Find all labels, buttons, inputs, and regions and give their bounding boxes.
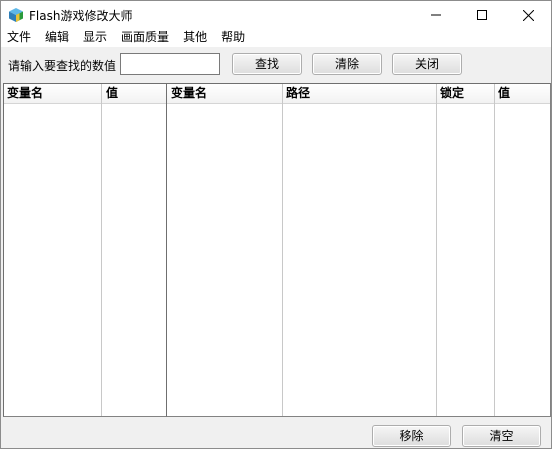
menu-file[interactable]: 文件 [1, 29, 40, 47]
search-results-header: 变量名 值 [4, 84, 166, 104]
locked-variables-table[interactable]: 变量名 路径 锁定 值 [166, 83, 551, 417]
menu-help[interactable]: 帮助 [216, 29, 254, 47]
title-bar[interactable]: Flash游戏修改大师 [1, 1, 551, 29]
column-header-variable[interactable]: 变量名 [4, 84, 43, 104]
locked-variables-header: 变量名 路径 锁定 值 [167, 84, 550, 104]
menu-other[interactable]: 其他 [178, 29, 216, 47]
maximize-button[interactable] [459, 1, 505, 29]
menu-view[interactable]: 显示 [78, 29, 116, 47]
search-input[interactable] [120, 53, 220, 75]
column-header-path[interactable]: 路径 [283, 84, 310, 104]
column-header-value[interactable]: 值 [103, 84, 118, 104]
clear-all-button[interactable]: 清空 [462, 425, 541, 447]
remove-button[interactable]: 移除 [372, 425, 451, 447]
column-divider [436, 84, 437, 416]
window-title: Flash游戏修改大师 [29, 9, 133, 23]
column-divider [282, 84, 283, 416]
search-results-table[interactable]: 变量名 值 [3, 83, 167, 417]
close-button[interactable] [505, 1, 551, 29]
search-label: 请输入要查找的数值 [8, 59, 117, 73]
column-divider [101, 84, 102, 416]
close-search-button[interactable]: 关闭 [392, 53, 462, 75]
find-button[interactable]: 查找 [232, 53, 302, 75]
minimize-icon [431, 14, 441, 16]
column-header-value[interactable]: 值 [495, 84, 510, 104]
cube-app-icon [9, 8, 23, 22]
menu-bar: 文件 编辑 显示 画面质量 其他 帮助 [1, 29, 551, 47]
main-window: Flash游戏修改大师 文件 编辑 显示 画面质量 其他 帮助 请输入要查找的数… [0, 0, 552, 449]
menu-quality[interactable]: 画面质量 [116, 29, 178, 47]
column-header-variable[interactable]: 变量名 [168, 84, 207, 104]
close-icon [522, 9, 534, 21]
minimize-button[interactable] [413, 1, 459, 29]
column-header-lock[interactable]: 锁定 [437, 84, 464, 104]
menu-edit[interactable]: 编辑 [40, 29, 78, 47]
column-divider [494, 84, 495, 416]
clear-button[interactable]: 清除 [312, 53, 382, 75]
maximize-icon [477, 10, 487, 20]
